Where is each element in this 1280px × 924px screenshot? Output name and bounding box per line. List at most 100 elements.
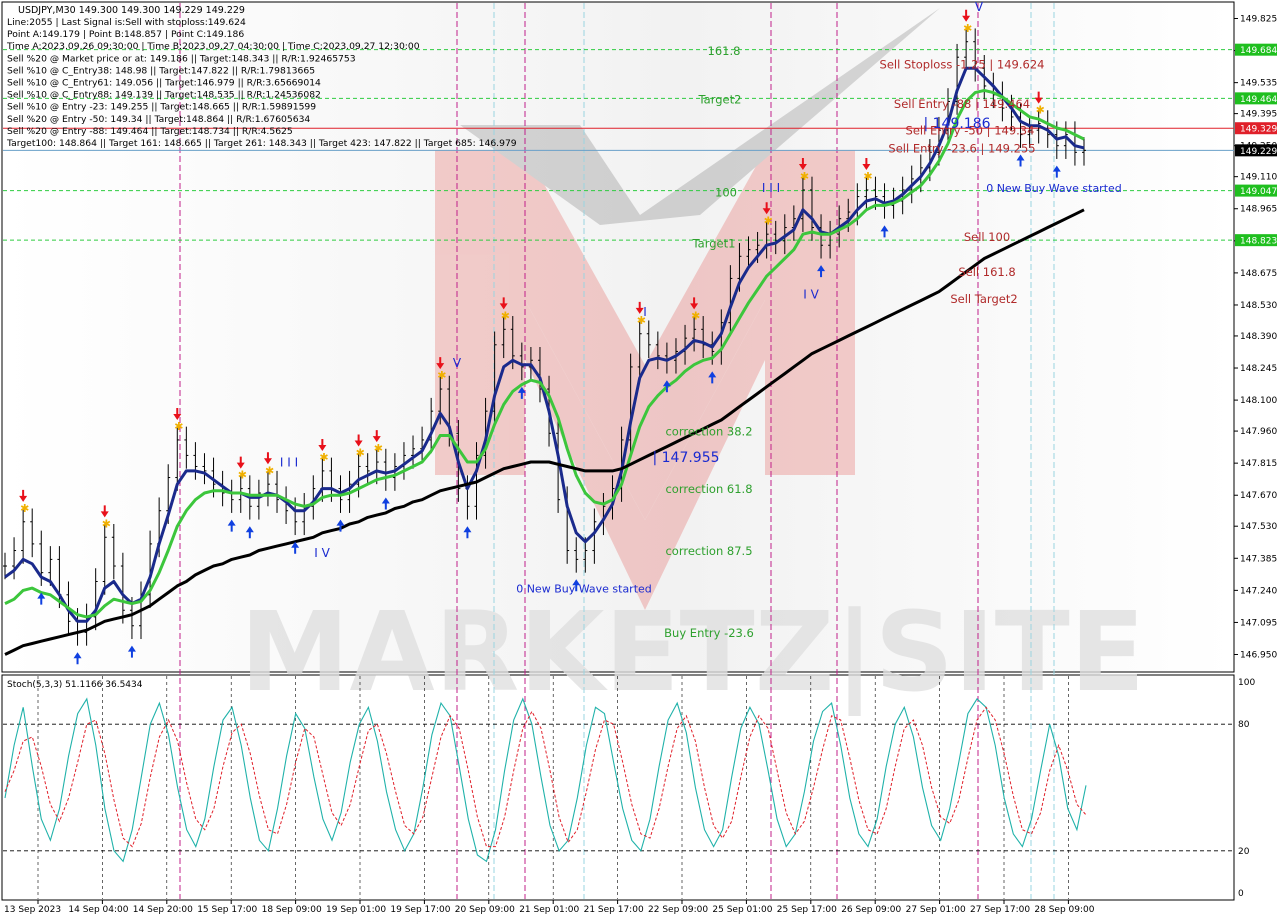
wave-count-label: V — [453, 356, 462, 370]
time-label: 15 Sep 17:00 — [197, 905, 257, 915]
time-label: 14 Sep 20:00 — [133, 905, 193, 915]
price-tick-label: 149.535 — [1240, 79, 1277, 89]
info-line: Sell %20 @ Entry -50: 149.34 || Target:1… — [7, 114, 310, 125]
wave-info-label: | 147.955 — [652, 450, 719, 466]
price-tick-label: 149.110 — [1240, 173, 1277, 183]
stoch-tick-label: 0 — [1238, 889, 1244, 899]
time-label: 21 Sep 17:00 — [584, 905, 644, 915]
info-line: Target100: 148.864 || Target 161: 148.66… — [6, 138, 517, 149]
star-icon: ✱ — [374, 442, 383, 455]
time-label: 19 Sep 01:00 — [326, 905, 386, 915]
star-icon: ✱ — [764, 214, 773, 227]
time-label: 14 Sep 04:00 — [68, 905, 128, 915]
wave-info-label: | 149.186 — [923, 116, 990, 132]
sell-level-label: Sell 100 — [964, 230, 1010, 244]
price-tag-label: 149.464 — [1240, 95, 1277, 105]
price-tick-label: 149.395 — [1240, 110, 1277, 120]
stoch-tick-label: 100 — [1238, 678, 1255, 688]
price-tick-label: 148.675 — [1240, 269, 1277, 279]
wave-info-label: 0 New Buy Wave started — [986, 182, 1122, 195]
time-label: 20 Sep 09:00 — [455, 905, 515, 915]
info-line: Sell %10 @ C_Entry61: 149.056 || Target:… — [7, 78, 321, 89]
price-tick-label: 147.385 — [1240, 554, 1277, 564]
info-line: Line:2055 | Last Signal is:Sell with sto… — [7, 17, 246, 28]
time-label: 25 Sep 17:00 — [777, 905, 837, 915]
price-tag-label: 149.047 — [1240, 187, 1277, 197]
price-tick-label: 147.815 — [1240, 459, 1277, 469]
star-icon: ✱ — [437, 369, 446, 382]
price-tick-label: 147.240 — [1240, 586, 1277, 596]
time-label: 26 Sep 09:00 — [841, 905, 901, 915]
sell-level-label: Sell Entry -23.6 | 149.255 — [888, 141, 1035, 155]
time-label: 22 Sep 09:00 — [648, 905, 708, 915]
wave-info-label: 0 New Buy Wave started — [516, 583, 652, 596]
trading-chart: MARKETZ|SITE ✱✱✱✱ ✱✱ ✱ ✱✱✱ ✱ ✱✱✱ ✱✱✱ 161.8Targ… — [1, 0, 1280, 920]
price-tick-label: 147.960 — [1240, 427, 1277, 437]
star-icon: ✱ — [102, 517, 111, 530]
time-label: 18 Sep 09:00 — [262, 905, 322, 915]
fib-label: Buy Entry -23.6 — [664, 626, 754, 640]
price-tick-label: 148.965 — [1240, 205, 1277, 215]
chart-window: MARKETZ|SITE ✱ ✱ ✱ ✱ ✱ ✱ ✱ ✱ ✱ ✱ ✱ ✱ ✱ ✱ ✱ ✱ ✱ 161.8 Targ… — [0, 0, 1280, 920]
price-tag-label: 149.229 — [1240, 147, 1277, 157]
price-tick-label: 147.670 — [1240, 491, 1277, 501]
sell-level-label: Sell Target2 — [950, 292, 1017, 306]
time-label: 27 Sep 17:00 — [970, 905, 1030, 915]
star-icon: ✱ — [265, 464, 274, 477]
fib-label: Target1 — [692, 236, 736, 250]
star-icon: ✱ — [691, 309, 700, 322]
wave-count-label: I I I — [280, 455, 298, 469]
time-label: 27 Sep 01:00 — [906, 905, 966, 915]
wave-count-label: I V — [803, 287, 819, 301]
star-icon: ✱ — [963, 22, 972, 35]
price-tick-label: 148.100 — [1240, 396, 1277, 406]
star-icon: ✱ — [20, 502, 29, 515]
star-icon: ✱ — [1036, 104, 1045, 117]
star-icon: ✱ — [356, 447, 365, 460]
info-line: Time A:2023.09.26 09:30:00 | Time B:2023… — [6, 41, 420, 52]
info-line: Sell %10 @ C_Entry88: 149.139 || Target:… — [7, 90, 321, 101]
time-label: 21 Sep 01:00 — [519, 905, 579, 915]
stoch-tick-label: 80 — [1238, 720, 1250, 730]
wave-count-label: I I I — [762, 181, 780, 195]
fib-label: correction 38.2 — [665, 424, 752, 438]
fib-label: correction 61.8 — [665, 482, 752, 496]
info-line: Sell %20 @ Market price or at: 149.186 |… — [7, 53, 356, 64]
price-tick-label: 149.825 — [1240, 14, 1277, 24]
time-label: 13 Sep 2023 — [4, 905, 61, 915]
price-tag-label: 149.329 — [1240, 125, 1277, 135]
sell-level-label: Sell 161.8 — [958, 265, 1015, 279]
price-axis: 149.825149.680149.535149.395149.250149.1… — [1234, 0, 1280, 920]
fib-label: correction 87.5 — [665, 544, 752, 558]
info-line: Sell %20 @ Entry -88: 149.464 || Target:… — [7, 126, 293, 137]
price-tag-label: 149.684 — [1240, 46, 1277, 56]
watermark-text: MARKETZ|SITE — [240, 588, 1145, 717]
info-line: Sell %10 @ Entry -23: 149.255 || Target:… — [7, 102, 316, 113]
fib-label: 161.8 — [708, 44, 741, 58]
wave-count-label: V — [975, 0, 984, 14]
price-tick-label: 147.095 — [1240, 618, 1277, 628]
wave-count-label: I — [643, 305, 647, 319]
price-tag-label: 148.823 — [1240, 237, 1277, 247]
stoch-tick-label: 20 — [1238, 847, 1250, 857]
info-line: Point A:149.179 | Point B:148.857 | Poin… — [7, 29, 244, 40]
star-icon: ✱ — [319, 451, 328, 464]
info-block: USDJPY,M30 149.300 149.300 149.229 149.2… — [18, 5, 245, 16]
symbol-line: USDJPY,M30 149.300 149.300 149.229 149.2… — [18, 5, 245, 16]
price-tick-label: 148.245 — [1240, 364, 1277, 374]
price-tick-label: 147.530 — [1240, 522, 1277, 532]
sell-level-label: Sell Entry -88 | 149.464 — [894, 97, 1030, 111]
info-line: Sell %10 @ C_Entry38: 148.98 || Target:1… — [7, 65, 315, 76]
star-icon: ✱ — [800, 170, 809, 183]
wave-count-label: I V — [314, 546, 330, 560]
stoch-label: Stoch(5,3,3) 51.1166 36.5434 — [7, 680, 143, 690]
price-tick-label: 146.950 — [1240, 651, 1277, 661]
time-axis: 13 Sep 2023 14 Sep 04:00 14 Sep 20:00 15 Se… — [4, 900, 1095, 915]
price-tick-label: 148.530 — [1240, 301, 1277, 311]
star-icon: ✱ — [174, 420, 183, 433]
fib-label: 100 — [715, 186, 737, 200]
price-tick-label: 148.390 — [1240, 332, 1277, 342]
fib-label: Target2 — [698, 93, 742, 107]
star-icon: ✱ — [238, 469, 247, 482]
time-label: 28 Sep 09:00 — [1034, 905, 1094, 915]
